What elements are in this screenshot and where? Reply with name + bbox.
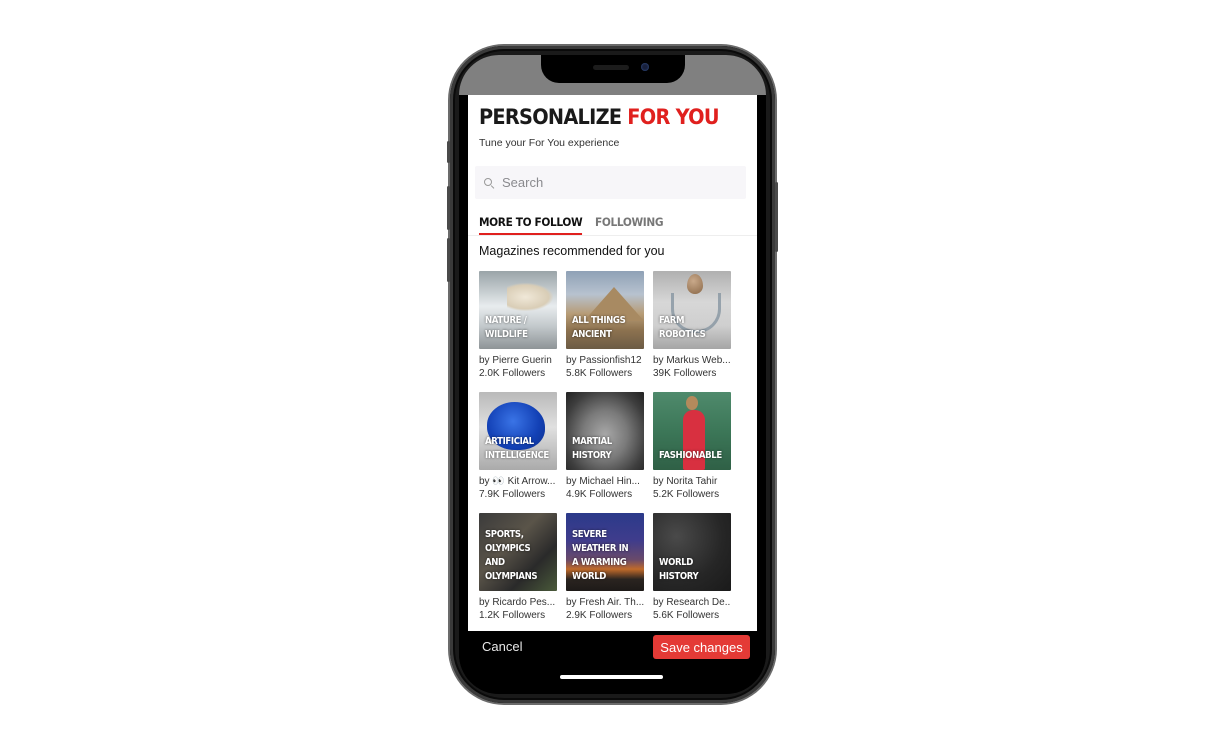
magazine-followers: 1.2K Followers [479, 610, 546, 621]
magazine-title: SEVERE WEATHER IN A WARMING WORLD [572, 529, 629, 582]
tab-following[interactable]: FOLLOWING [595, 215, 664, 235]
magazine-followers: 5.8K Followers [566, 368, 633, 379]
magazine-grid: NATURE / WILDLIFE by Pierre Guerin 2.0K … [479, 271, 731, 631]
title-primary: PERSONALIZE [479, 105, 622, 129]
magazine-cover: FARM ROBOTICS [653, 271, 731, 349]
magazine-cover: SPORTS, OLYMPICS AND OLYMPIANS [479, 513, 557, 591]
camera-icon [641, 63, 649, 71]
magazine-title: FARM ROBOTICS [659, 315, 706, 340]
tab-bar: MORE TO FOLLOW FOLLOWING [479, 215, 669, 235]
magazine-title: MARTIAL HISTORY [572, 436, 612, 461]
magazine-cover: FASHIONABLE [653, 392, 731, 470]
magazine-author: by Pierre Guerin [479, 355, 552, 366]
magazine-author: by 👀 Kit Arrow... [479, 476, 556, 487]
personalize-sheet: PERSONALIZE FOR YOU Tune your For You ex… [468, 95, 757, 631]
magazine-followers: 5.2K Followers [653, 489, 720, 500]
magazine-followers: 39K Followers [653, 368, 717, 379]
magazine-card[interactable]: ARTIFICIAL INTELLIGENCE by 👀 Kit Arrow..… [479, 392, 557, 513]
silent-switch [447, 141, 450, 163]
magazine-card[interactable]: ALL THINGS ANCIENT by Passionfish12 5.8K… [566, 271, 644, 392]
polar-bear-image [507, 283, 553, 311]
magazine-cover: WORLD HISTORY [653, 513, 731, 591]
model-head-image [686, 396, 698, 410]
egg-image [687, 274, 703, 294]
magazine-cover: ARTIFICIAL INTELLIGENCE [479, 392, 557, 470]
magazine-card[interactable]: SPORTS, OLYMPICS AND OLYMPIANS by Ricard… [479, 513, 557, 631]
magazine-card[interactable]: FARM ROBOTICS by Markus Web... 39K Follo… [653, 271, 731, 392]
magazine-author: by Passionfish12 [566, 355, 642, 366]
home-indicator[interactable] [560, 675, 663, 679]
magazine-followers: 7.9K Followers [479, 489, 546, 500]
magazine-cover: NATURE / WILDLIFE [479, 271, 557, 349]
title-accent: FOR YOU [627, 105, 719, 129]
magazine-card[interactable]: FASHIONABLE by Norita Tahir 5.2K Followe… [653, 392, 731, 513]
volume-up-button [447, 186, 450, 230]
magazine-author: by Research De... [653, 597, 731, 608]
tab-more-to-follow[interactable]: MORE TO FOLLOW [479, 215, 583, 235]
phone-screen: PERSONALIZE FOR YOU Tune your For You ex… [459, 55, 766, 694]
magazine-card[interactable]: WORLD HISTORY by Research De... 5.6K Fol… [653, 513, 731, 631]
search-input[interactable] [502, 175, 722, 190]
magazine-title: FASHIONABLE [659, 450, 722, 461]
power-button [775, 182, 778, 252]
magazine-followers: 5.6K Followers [653, 610, 720, 621]
magazine-author: by Fresh Air. Th... [566, 597, 644, 608]
magazine-card[interactable]: SEVERE WEATHER IN A WARMING WORLD by Fre… [566, 513, 644, 631]
save-changes-button[interactable]: Save changes [653, 635, 750, 659]
tabs-divider [468, 235, 757, 236]
magazine-cover: MARTIAL HISTORY [566, 392, 644, 470]
magazine-cover: ALL THINGS ANCIENT [566, 271, 644, 349]
magazine-title: ARTIFICIAL INTELLIGENCE [485, 436, 549, 461]
section-title: Magazines recommended for you [479, 244, 665, 258]
page-title: PERSONALIZE FOR YOU [479, 105, 720, 129]
magazine-followers: 2.9K Followers [566, 610, 633, 621]
magazine-author: by Norita Tahir [653, 476, 718, 487]
volume-down-button [447, 238, 450, 282]
magazine-title: WORLD HISTORY [659, 557, 699, 582]
magazine-cover: SEVERE WEATHER IN A WARMING WORLD [566, 513, 644, 591]
magazine-title: SPORTS, OLYMPICS AND OLYMPIANS [485, 529, 538, 582]
magazine-title: NATURE / WILDLIFE [485, 315, 528, 340]
search-icon [483, 177, 495, 189]
magazine-author: by Markus Web... [653, 355, 731, 366]
notch [541, 55, 685, 83]
magazine-card[interactable]: MARTIAL HISTORY by Michael Hin... 4.9K F… [566, 392, 644, 513]
magazine-card[interactable]: NATURE / WILDLIFE by Pierre Guerin 2.0K … [479, 271, 557, 392]
page-subtitle: Tune your For You experience [479, 137, 620, 149]
magazine-author: by Michael Hin... [566, 476, 640, 487]
action-footer: Cancel Save changes [459, 631, 766, 693]
magazine-followers: 2.0K Followers [479, 368, 546, 379]
cancel-button[interactable]: Cancel [482, 639, 522, 654]
phone-frame: PERSONALIZE FOR YOU Tune your For You ex… [447, 46, 778, 703]
speaker-icon [593, 65, 629, 70]
magazine-author: by Ricardo Pes... [479, 597, 556, 608]
magazine-title: ALL THINGS ANCIENT [572, 315, 626, 340]
magazine-followers: 4.9K Followers [566, 489, 633, 500]
search-bar[interactable] [475, 166, 746, 199]
